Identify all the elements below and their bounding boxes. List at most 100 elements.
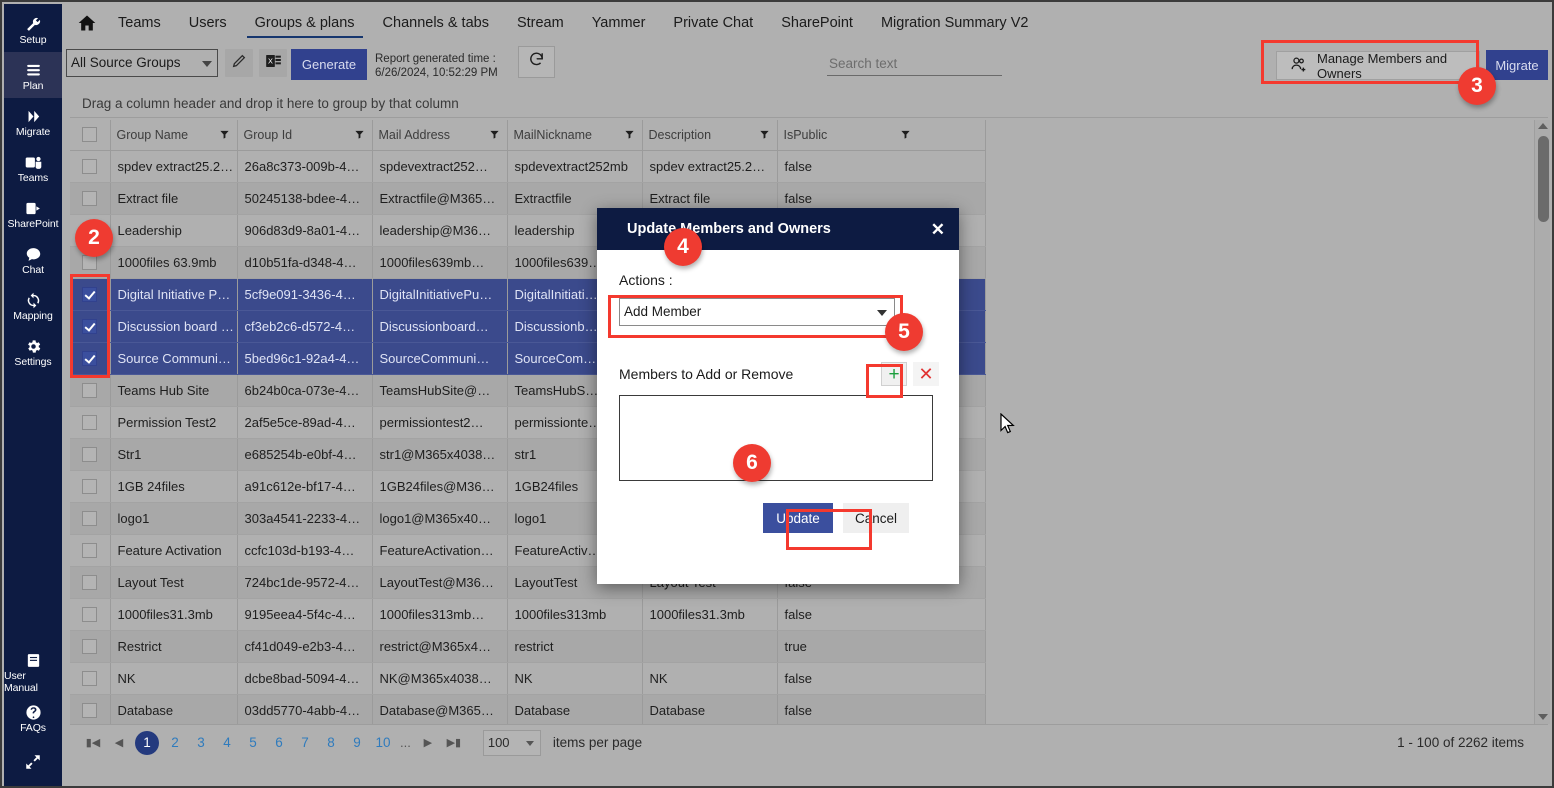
column-header-mailnickname[interactable]: MailNickname <box>507 120 643 151</box>
rail-item-plan[interactable]: Plan <box>4 52 62 98</box>
rail-item-teams[interactable]: Teams <box>4 144 62 190</box>
tab-migration-summary-v2[interactable]: Migration Summary V2 <box>867 4 1042 42</box>
tab-groups-and-plans[interactable]: Groups & plans <box>241 4 369 42</box>
cancel-button[interactable]: Cancel <box>843 503 909 533</box>
row-checkbox[interactable] <box>82 415 98 431</box>
row-checkbox[interactable] <box>82 383 98 399</box>
row-select-cell[interactable] <box>70 406 111 439</box>
row-select-cell[interactable] <box>70 694 111 724</box>
filter-icon[interactable] <box>900 129 911 143</box>
table-row[interactable]: Database 03dd5770-4abb-4… Database@M365… Da… <box>70 694 986 724</box>
scrollbar-thumb[interactable] <box>1538 136 1549 222</box>
row-checkbox[interactable] <box>82 159 98 175</box>
filter-icon[interactable] <box>759 129 770 143</box>
column-header-group-id[interactable]: Group Id <box>237 120 373 151</box>
page-number-4[interactable]: 4 <box>217 732 237 754</box>
row-select-cell[interactable] <box>70 502 111 535</box>
row-checkbox[interactable] <box>82 223 98 239</box>
table-row[interactable]: 1000files31.3mb 9195eea4-5f4c-4… 1000files… <box>70 598 986 631</box>
page-number-9[interactable]: 9 <box>347 732 367 754</box>
row-select-cell[interactable] <box>70 278 111 311</box>
rail-item-user-manual[interactable]: User Manual <box>4 648 62 694</box>
rail-item-mapping[interactable]: Mapping <box>4 282 62 328</box>
tab-private-chat[interactable]: Private Chat <box>659 4 767 42</box>
edit-button[interactable] <box>225 49 253 77</box>
update-button[interactable]: Update <box>763 503 833 533</box>
row-select-cell[interactable] <box>70 566 111 599</box>
tab-stream[interactable]: Stream <box>503 4 578 42</box>
tab-channels-and-tabs[interactable]: Channels & tabs <box>369 4 503 42</box>
row-checkbox[interactable] <box>82 319 98 335</box>
row-select-cell[interactable] <box>70 310 111 343</box>
row-checkbox[interactable] <box>82 447 98 463</box>
refresh-button[interactable] <box>518 46 555 78</box>
members-list-box[interactable] <box>619 395 933 481</box>
row-checkbox[interactable] <box>82 703 98 719</box>
rail-item-migrate[interactable]: Migrate <box>4 98 62 144</box>
filter-icon[interactable] <box>354 129 365 143</box>
plus-icon[interactable]: + <box>881 362 907 386</box>
row-checkbox[interactable] <box>82 287 98 303</box>
x-icon[interactable]: ✕ <box>913 362 939 386</box>
close-icon[interactable]: ✕ <box>931 221 945 238</box>
row-select-cell[interactable] <box>70 630 111 663</box>
next-page-icon[interactable]: ▶ <box>415 736 441 749</box>
row-select-cell[interactable] <box>70 342 111 375</box>
page-number-6[interactable]: 6 <box>269 732 289 754</box>
row-select-cell[interactable] <box>70 182 111 215</box>
select-all-header[interactable] <box>70 120 111 151</box>
scroll-down-arrow-icon[interactable] <box>1538 714 1548 720</box>
scroll-up-arrow-icon[interactable] <box>1538 123 1548 129</box>
page-size-select[interactable]: 100 <box>482 729 541 756</box>
row-checkbox[interactable] <box>82 191 98 207</box>
page-number-2[interactable]: 2 <box>165 732 185 754</box>
row-select-cell[interactable] <box>70 534 111 567</box>
rail-item-faqs[interactable]: FAQs <box>4 694 62 740</box>
row-select-cell[interactable] <box>70 246 111 279</box>
last-page-icon[interactable]: ▶▮ <box>441 736 467 749</box>
row-select-cell[interactable] <box>70 438 111 471</box>
prev-page-icon[interactable]: ◀ <box>106 736 132 749</box>
page-number-5[interactable]: 5 <box>243 732 263 754</box>
row-select-cell[interactable] <box>70 662 111 695</box>
tab-yammer[interactable]: Yammer <box>578 4 660 42</box>
tab-users[interactable]: Users <box>175 4 241 42</box>
rail-item-sharepoint[interactable]: SharePoint <box>4 190 62 236</box>
page-number-3[interactable]: 3 <box>191 732 211 754</box>
filter-icon[interactable] <box>219 129 230 143</box>
table-row[interactable]: NK dcbe8bad-5094-4… NK@M365x4038… NK NK false <box>70 662 986 695</box>
column-header-mail-address[interactable]: Mail Address <box>372 120 508 151</box>
vertical-scrollbar[interactable] <box>1534 120 1550 724</box>
table-row[interactable]: spdev extract25.2… 26a8c373-009b-4… spdeve… <box>70 150 986 183</box>
home-icon[interactable] <box>70 4 104 42</box>
row-checkbox[interactable] <box>82 255 98 271</box>
row-checkbox[interactable] <box>82 639 98 655</box>
column-header-ispublic[interactable]: IsPublic <box>777 120 986 151</box>
migrate-button[interactable]: Migrate <box>1486 50 1548 80</box>
generate-button[interactable]: Generate <box>291 49 367 80</box>
search-input[interactable] <box>827 52 1002 76</box>
source-group-select[interactable]: All Source Groups <box>66 49 218 77</box>
rail-item-setup[interactable]: Setup <box>4 6 62 52</box>
tab-sharepoint[interactable]: SharePoint <box>767 4 867 42</box>
filter-icon[interactable] <box>489 129 500 143</box>
select-all-checkbox[interactable] <box>82 127 98 143</box>
row-select-cell[interactable] <box>70 214 111 247</box>
table-row[interactable]: Restrict cf41d049-e2b3-4… restrict@M365x4…… <box>70 630 986 663</box>
row-select-cell[interactable] <box>70 374 111 407</box>
rail-item-chat[interactable]: Chat <box>4 236 62 282</box>
row-checkbox[interactable] <box>82 351 98 367</box>
group-by-dropzone[interactable]: Drag a column header and drop it here to… <box>70 90 1548 118</box>
export-excel-button[interactable]: X <box>259 49 287 77</box>
page-number-1[interactable]: 1 <box>135 730 159 755</box>
row-checkbox[interactable] <box>82 607 98 623</box>
row-checkbox[interactable] <box>82 575 98 591</box>
manage-members-and-owners-button[interactable]: Manage Members and Owners <box>1276 51 1480 81</box>
row-checkbox[interactable] <box>82 511 98 527</box>
expand-arrows-icon[interactable] <box>4 740 62 784</box>
row-checkbox[interactable] <box>82 479 98 495</box>
column-header-group-name[interactable]: Group Name <box>110 120 238 151</box>
filter-icon[interactable] <box>624 129 635 143</box>
action-select[interactable]: Add Member <box>619 298 895 326</box>
tab-teams[interactable]: Teams <box>104 4 175 42</box>
